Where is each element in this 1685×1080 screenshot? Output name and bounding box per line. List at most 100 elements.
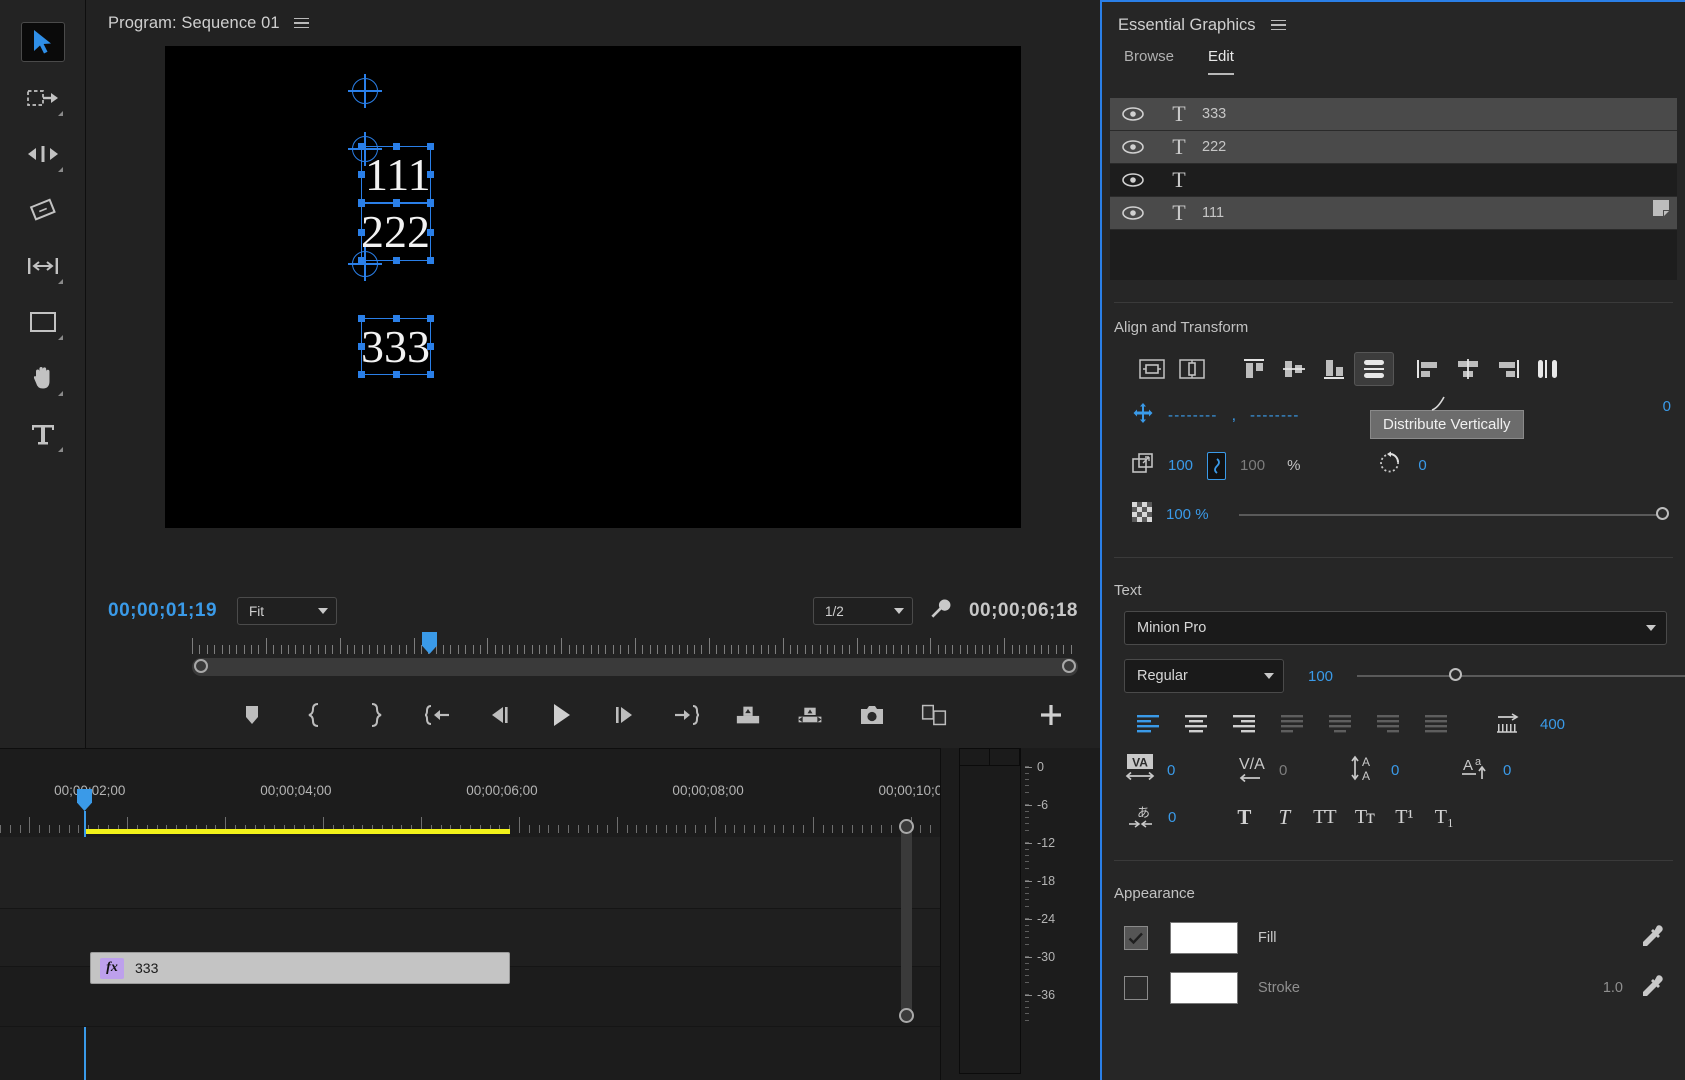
- rotation-corner-value[interactable]: 0: [1663, 398, 1671, 415]
- rate-stretch-tool[interactable]: [21, 190, 65, 230]
- align-text-left-icon[interactable]: [1124, 709, 1172, 739]
- resize-handle[interactable]: [393, 371, 400, 378]
- go-to-in-icon[interactable]: [425, 702, 451, 728]
- fill-checkbox[interactable]: [1124, 926, 1148, 950]
- tab-edit[interactable]: Edit: [1208, 48, 1234, 75]
- faux-italic-icon[interactable]: T: [1264, 802, 1304, 832]
- align-text-center-icon[interactable]: [1172, 709, 1220, 739]
- layer-row-empty[interactable]: T: [1110, 164, 1677, 197]
- align-horizontal-center-icon[interactable]: [1448, 352, 1488, 386]
- scale-x-value[interactable]: 100: [1168, 457, 1193, 474]
- rotation-value[interactable]: 0: [1418, 457, 1426, 474]
- resize-handle[interactable]: [427, 171, 434, 178]
- fill-eyedropper-icon[interactable]: [1641, 924, 1665, 953]
- playback-resolution-select[interactable]: 1/2: [813, 597, 913, 625]
- font-family-select[interactable]: Minion Pro: [1124, 611, 1667, 645]
- layer-row-111[interactable]: T 111: [1110, 197, 1677, 230]
- font-style-select[interactable]: Regular: [1124, 659, 1284, 693]
- distribute-horizontally-icon[interactable]: [1528, 352, 1568, 386]
- align-left-icon[interactable]: [1408, 352, 1448, 386]
- eye-icon[interactable]: [1110, 173, 1156, 187]
- scale-link-icon[interactable]: [1207, 452, 1226, 480]
- stroke-width-value[interactable]: 1.0: [1603, 980, 1623, 996]
- hand-tool[interactable]: [21, 358, 65, 398]
- duration-timecode[interactable]: 00;00;06;18: [969, 600, 1078, 622]
- justify-all-icon[interactable]: [1412, 709, 1460, 739]
- opacity-slider[interactable]: [1239, 514, 1663, 516]
- stroke-color-swatch[interactable]: [1170, 972, 1238, 1004]
- selection-box-333[interactable]: [361, 318, 431, 375]
- font-size-slider-knob[interactable]: [1449, 668, 1462, 681]
- resize-handle[interactable]: [427, 143, 434, 150]
- tracking-value[interactable]: 0: [1167, 762, 1175, 779]
- layer-row-222[interactable]: T 222: [1110, 131, 1677, 164]
- step-back-icon[interactable]: [487, 702, 513, 728]
- justify-last-right-icon[interactable]: [1364, 709, 1412, 739]
- resize-handle[interactable]: [427, 343, 434, 350]
- fx-badge-icon[interactable]: fx: [100, 958, 124, 979]
- stroke-eyedropper-icon[interactable]: [1641, 974, 1665, 1003]
- resize-handle[interactable]: [393, 143, 400, 150]
- font-size-value[interactable]: 100: [1308, 668, 1333, 685]
- superscript-icon[interactable]: T¹: [1384, 802, 1424, 832]
- position-y-value[interactable]: --------: [1250, 407, 1300, 424]
- justify-last-left-icon[interactable]: [1268, 709, 1316, 739]
- all-caps-icon[interactable]: TT: [1304, 802, 1344, 832]
- resize-handle[interactable]: [427, 229, 434, 236]
- step-forward-icon[interactable]: [611, 702, 637, 728]
- tab-browse[interactable]: Browse: [1124, 48, 1174, 73]
- new-layer-icon[interactable]: [1651, 198, 1671, 223]
- work-area-bar[interactable]: [86, 829, 510, 834]
- justify-last-center-icon[interactable]: [1316, 709, 1364, 739]
- eye-icon[interactable]: [1110, 107, 1156, 121]
- lift-icon[interactable]: [735, 702, 761, 728]
- zoom-level-select[interactable]: Fit: [237, 597, 337, 625]
- timeline-clip[interactable]: fx 333: [90, 952, 510, 984]
- resize-handle[interactable]: [427, 315, 434, 322]
- resize-handle[interactable]: [427, 200, 434, 207]
- font-size-slider[interactable]: [1357, 675, 1685, 677]
- selection-tool[interactable]: [21, 22, 65, 62]
- resize-handle[interactable]: [393, 315, 400, 322]
- anchor-point-222[interactable]: [352, 136, 378, 162]
- resize-handle[interactable]: [358, 315, 365, 322]
- resize-handle[interactable]: [358, 200, 365, 207]
- align-top-icon[interactable]: [1234, 352, 1274, 386]
- type-tool[interactable]: [21, 414, 65, 454]
- panel-menu-icon[interactable]: [294, 18, 309, 29]
- eye-icon[interactable]: [1110, 206, 1156, 220]
- add-marker-icon[interactable]: [239, 702, 265, 728]
- audio-meter-body[interactable]: [959, 748, 1021, 1074]
- resize-handle[interactable]: [427, 257, 434, 264]
- faux-bold-icon[interactable]: T: [1224, 802, 1264, 832]
- align-right-icon[interactable]: [1488, 352, 1528, 386]
- track-v2[interactable]: [0, 837, 940, 909]
- slip-tool[interactable]: [21, 246, 65, 286]
- align-vertical-center-icon[interactable]: [1274, 352, 1314, 386]
- track-select-forward-tool[interactable]: [21, 78, 65, 118]
- current-timecode[interactable]: 00;00;01;19: [108, 600, 217, 622]
- pen-tool[interactable]: [21, 302, 65, 342]
- panel-menu-icon[interactable]: [1271, 20, 1286, 31]
- fill-color-swatch[interactable]: [1170, 922, 1238, 954]
- opacity-value[interactable]: 100 %: [1166, 506, 1209, 523]
- resize-handle[interactable]: [358, 171, 365, 178]
- scale-y-value[interactable]: 100: [1240, 457, 1265, 474]
- resize-handle[interactable]: [358, 229, 365, 236]
- leading-value[interactable]: 400: [1540, 716, 1565, 733]
- mark-out-icon[interactable]: [363, 702, 389, 728]
- position-x-value[interactable]: --------: [1168, 407, 1218, 424]
- baseline-shift-value[interactable]: 0: [1503, 762, 1511, 779]
- align-text-right-icon[interactable]: [1220, 709, 1268, 739]
- subscript-icon[interactable]: T₁: [1424, 802, 1464, 832]
- button-editor-plus[interactable]: [1038, 690, 1064, 740]
- resize-handle[interactable]: [393, 200, 400, 207]
- vertical-scale-value[interactable]: 0: [1391, 762, 1399, 779]
- align-horizontal-center-canvas-icon[interactable]: [1132, 352, 1172, 386]
- play-stop-icon[interactable]: [549, 702, 575, 728]
- align-bottom-icon[interactable]: [1314, 352, 1354, 386]
- scrollbar-handle-bottom[interactable]: [899, 1008, 914, 1023]
- mark-in-icon[interactable]: [301, 702, 327, 728]
- monitor-scrub-bar[interactable]: [192, 658, 1078, 676]
- comparison-view-icon[interactable]: [921, 702, 947, 728]
